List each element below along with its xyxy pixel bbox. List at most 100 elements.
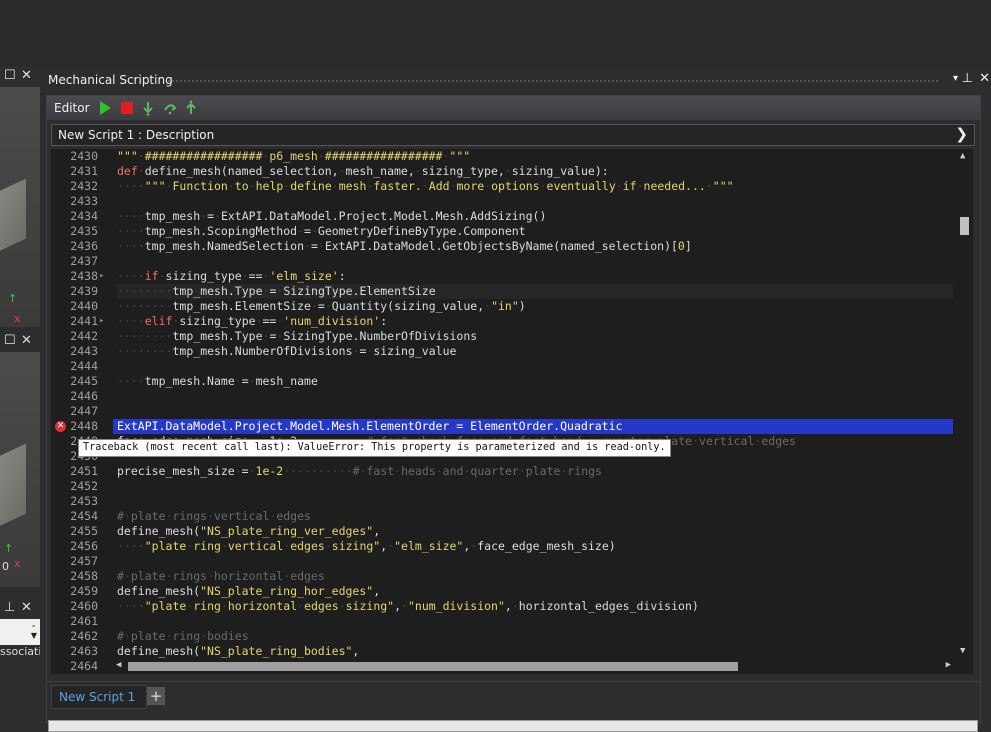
- line-number: 2453: [70, 494, 98, 508]
- horizontal-scrollbar[interactable]: ◀ ▶: [113, 658, 973, 674]
- script-description: New Script 1 : Description: [58, 128, 215, 142]
- line-number: 2436: [70, 239, 98, 253]
- line-number: 2456: [70, 539, 98, 553]
- script-tab-strip: New Script 1 +: [47, 681, 980, 709]
- line-number: 2458: [70, 569, 98, 583]
- scroll-down-icon[interactable]: ▼: [960, 646, 965, 656]
- close-icon[interactable]: ✕: [21, 601, 32, 615]
- step-into-icon[interactable]: [141, 100, 155, 116]
- vertical-scroll-thumb[interactable]: [960, 217, 969, 235]
- editor-label: Editor: [54, 101, 90, 115]
- line-number: 2434: [70, 209, 98, 223]
- close-icon[interactable]: ✕: [21, 334, 32, 348]
- code-line: def·define_mesh(named_selection,·mesh_na…: [117, 164, 609, 178]
- axis-triad-icon: ↑: [8, 292, 18, 305]
- left-docked-panels: ☐ ✕ ↑ x ☐ ✕ ↑ 0 x ⊥ ✕ ⌄ ▼ ssociatio: [0, 67, 44, 729]
- line-number: 2437: [70, 254, 98, 268]
- bottom-panel-edge: [48, 720, 978, 732]
- line-number: 2452: [70, 479, 98, 493]
- chevron-down-icon[interactable]: ⌄: [30, 620, 37, 629]
- line-number: 2438: [70, 269, 98, 283]
- viewport-3d[interactable]: ↑ x: [0, 87, 40, 327]
- code-line: precise_mesh_size·=·1e-2··········#·fast…: [117, 464, 602, 478]
- editor-toolbar: Editor: [47, 96, 980, 120]
- code-line: ····"plate·ring·vertical·edges·sizing",·…: [117, 539, 616, 553]
- editor-panel: Editor New Script 1 : Description ❯ 2430…: [46, 95, 981, 723]
- code-editor[interactable]: 2430 2431 2432 2433 2434 2435 2436 2437 2438 ▸ 243…: [51, 149, 973, 674]
- line-number: 2445: [70, 374, 98, 388]
- maximize-icon[interactable]: ☐: [4, 334, 16, 348]
- axis-x-icon: x: [14, 312, 21, 325]
- line-number-gutter: 2430 2431 2432 2433 2434 2435 2436 2437 2438 ▸ 243…: [51, 149, 113, 674]
- axis-label: 0: [2, 560, 9, 573]
- step-over-icon[interactable]: [163, 100, 177, 116]
- pin-icon[interactable]: ⊥: [962, 71, 973, 86]
- line-number: 2441: [70, 314, 98, 328]
- step-out-icon[interactable]: [184, 100, 198, 116]
- dropdown-arrow-icon[interactable]: ▼: [31, 631, 37, 640]
- code-line: #·plate·ring·bodies: [117, 629, 249, 643]
- horizontal-scroll-thumb[interactable]: [128, 662, 738, 671]
- line-number: 2430: [70, 149, 98, 163]
- line-number: 2447: [70, 404, 98, 418]
- scroll-right-icon[interactable]: ▶: [946, 660, 951, 670]
- scroll-up-icon[interactable]: ▲: [960, 151, 965, 161]
- line-number: 2446: [70, 389, 98, 403]
- code-line: ExtAPI.DataModel.Project.Model.Mesh.Elem…: [113, 419, 953, 434]
- line-number: 2439: [70, 284, 98, 298]
- line-number: 2442: [70, 329, 98, 343]
- error-tooltip: Traceback (most recent call last): Value…: [78, 439, 671, 457]
- line-number: 2457: [70, 554, 98, 568]
- run-icon[interactable]: [98, 100, 112, 116]
- chevron-right-icon[interactable]: ❯: [955, 125, 968, 143]
- line-number: 2440: [70, 299, 98, 313]
- truncated-label: ssociatio: [0, 645, 40, 661]
- code-line: define_mesh("NS_plate_ring_bodies",: [117, 644, 360, 658]
- close-icon[interactable]: ✕: [979, 71, 990, 86]
- code-line: ····"""·Function·to·help·define·mesh·fas…: [117, 179, 734, 193]
- code-line: ····tmp_mesh·=·ExtAPI.DataModel.Project.…: [117, 209, 547, 223]
- code-line: ····"plate·ring·horizontal·edges·sizing"…: [117, 599, 699, 613]
- code-line: ········tmp_mesh.Type·=·SizingType.Numbe…: [117, 329, 478, 343]
- line-number: 2461: [70, 614, 98, 628]
- stop-icon[interactable]: [120, 100, 134, 116]
- add-tab-button[interactable]: +: [147, 687, 165, 705]
- error-marker-icon[interactable]: ✕: [55, 421, 66, 432]
- window-title: Mechanical Scripting: [48, 73, 173, 87]
- window-menu-icon[interactable]: ▾: [953, 73, 958, 84]
- code-line: """·#################·p6_mesh·##########…: [117, 149, 471, 163]
- fold-arrow-icon[interactable]: ▸: [99, 269, 109, 284]
- line-number: 2462: [70, 629, 98, 643]
- scroll-left-icon[interactable]: ◀: [116, 660, 121, 670]
- fold-arrow-icon[interactable]: ▸: [99, 314, 109, 329]
- code-line: define_mesh("NS_plate_ring_hor_edges",: [117, 584, 381, 598]
- tab-new-script-1[interactable]: New Script 1: [51, 685, 147, 709]
- model-shape: [0, 443, 26, 531]
- viewport2-panel-header: ☐ ✕: [0, 332, 44, 352]
- line-number: 2463: [70, 644, 98, 658]
- axis-x-icon: x: [14, 557, 21, 570]
- maximize-icon[interactable]: ☐: [4, 69, 16, 83]
- code-line: ····tmp_mesh.Name·=·mesh_name: [117, 374, 318, 388]
- line-number: 2459: [70, 584, 98, 598]
- script-description-bar[interactable]: New Script 1 : Description ❯: [51, 124, 975, 146]
- close-icon[interactable]: ✕: [21, 69, 32, 83]
- line-number: 2433: [70, 194, 98, 208]
- line-number: 2431: [70, 164, 98, 178]
- model-shape: [0, 178, 26, 256]
- line-number: 2455: [70, 524, 98, 538]
- viewport-3d-secondary[interactable]: ↑ 0 x: [0, 352, 40, 587]
- line-number: 2464: [70, 659, 98, 673]
- vertical-scrollbar[interactable]: ▲ ▼: [956, 149, 973, 674]
- line-number: 2460: [70, 599, 98, 613]
- pin-icon[interactable]: ⊥: [4, 601, 15, 615]
- axis-triad-icon: ↑: [4, 542, 14, 555]
